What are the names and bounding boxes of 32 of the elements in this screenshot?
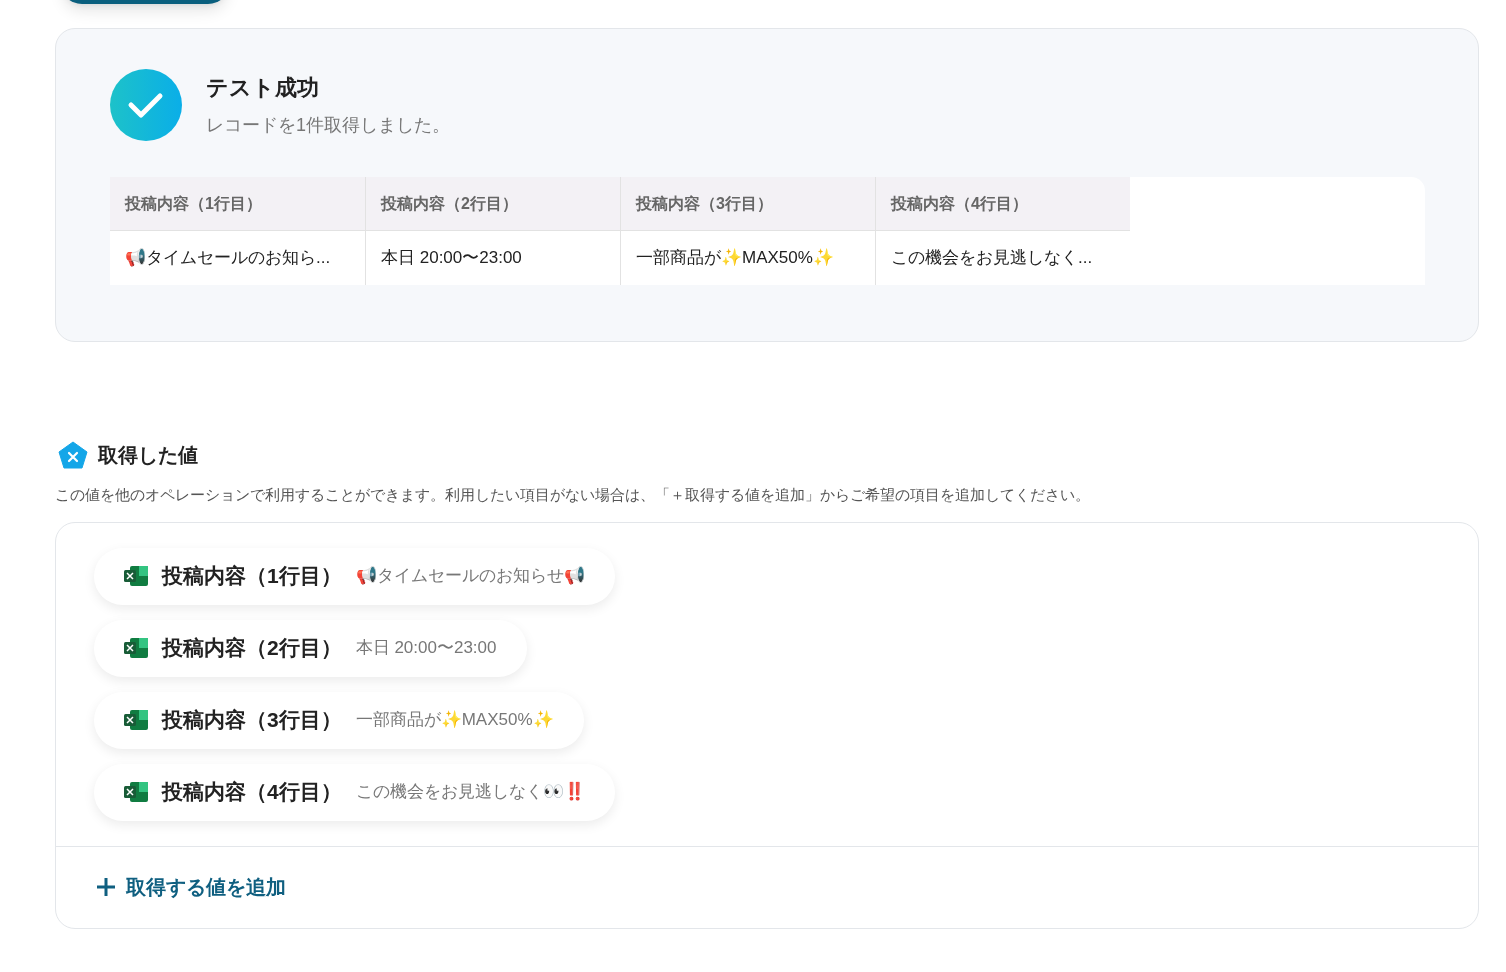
value-text: この機会をお見逃しなく👀‼ bbox=[355, 781, 585, 804]
value-text: 📢タイムセールのお知らせ📢 bbox=[355, 565, 585, 588]
plus-icon bbox=[96, 877, 116, 897]
section-title: 取得した値 bbox=[98, 443, 198, 468]
spreadsheet-icon bbox=[124, 637, 148, 659]
check-circle-icon bbox=[110, 69, 182, 141]
spreadsheet-icon bbox=[124, 565, 148, 587]
value-chip[interactable]: 投稿内容（1行目） 📢タイムセールのお知らせ📢 bbox=[94, 547, 615, 605]
table-cell-text: 📢タイムセールのお知ら... bbox=[124, 247, 332, 270]
result-title: テスト成功 bbox=[206, 74, 320, 102]
column-header: 投稿内容（4行目） bbox=[875, 177, 1130, 231]
result-message: レコードを1件取得しました。 bbox=[206, 114, 450, 137]
value-chip[interactable]: 投稿内容（4行目） この機会をお見逃しなく👀‼ bbox=[94, 763, 615, 821]
table-cell: この機会をお見逃しなく... bbox=[875, 231, 1130, 285]
value-label: 投稿内容（2行目） bbox=[162, 635, 342, 662]
column-header: 投稿内容（3行目） bbox=[620, 177, 875, 231]
add-value-button[interactable]: 取得する値を追加 bbox=[96, 872, 286, 902]
table-cell: 本日 20:00〜23:00 bbox=[365, 231, 620, 285]
variable-icon bbox=[58, 441, 88, 469]
spreadsheet-icon bbox=[124, 781, 148, 803]
section-description: この値を他のオペレーションで利用することができます。利用したい項目がない場合は、「＋取得する値を追加」からご希望の項目を追加してください。 bbox=[55, 485, 1091, 505]
value-label: 投稿内容（1行目） bbox=[162, 563, 342, 590]
value-text: 本日 20:00〜23:00 bbox=[355, 637, 497, 660]
column-header: 投稿内容（1行目） bbox=[110, 177, 365, 231]
value-label: 投稿内容（3行目） bbox=[162, 707, 342, 734]
table-cell: 一部商品が✨MAX50%✨ bbox=[620, 231, 875, 285]
value-chip[interactable]: 投稿内容（2行目） 本日 20:00〜23:00 bbox=[94, 619, 527, 677]
value-label: 投稿内容（4行目） bbox=[162, 779, 342, 806]
value-text: 一部商品が✨MAX50%✨ bbox=[355, 709, 554, 732]
value-chip[interactable]: 投稿内容（3行目） 一部商品が✨MAX50%✨ bbox=[94, 691, 584, 749]
spreadsheet-icon bbox=[124, 709, 148, 731]
column-header: 投稿内容（2行目） bbox=[365, 177, 620, 231]
